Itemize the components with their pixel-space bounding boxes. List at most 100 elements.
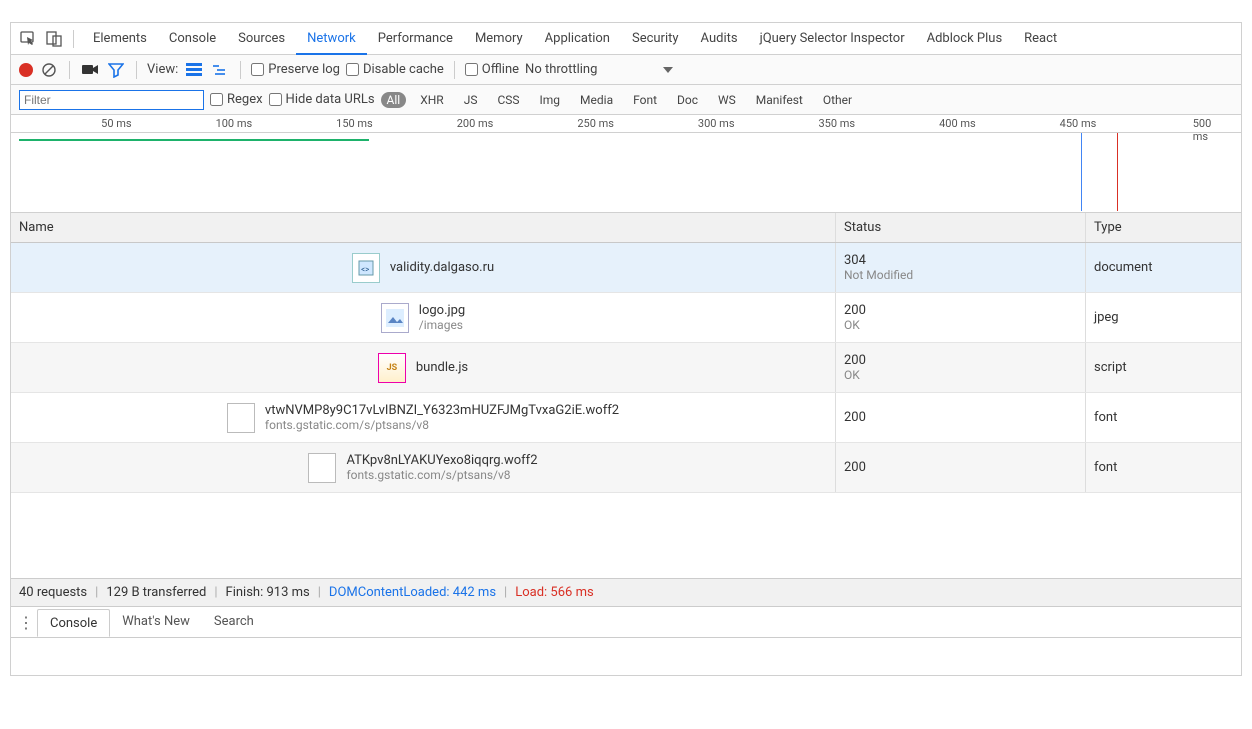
table-header-row: Name Status Type xyxy=(11,213,1241,243)
tab-application[interactable]: Application xyxy=(534,23,621,55)
throttling-select[interactable]: No throttling xyxy=(525,62,597,77)
type-filter-js[interactable]: JS xyxy=(458,92,484,108)
header-status[interactable]: Status xyxy=(836,213,1086,242)
clear-icon[interactable] xyxy=(39,60,59,80)
header-name[interactable]: Name xyxy=(11,213,836,242)
status-code: 200 xyxy=(844,353,1077,369)
request-type: document xyxy=(1086,243,1241,292)
request-name: bundle.js xyxy=(416,360,468,376)
type-filter-font[interactable]: Font xyxy=(627,92,663,108)
type-filter-css[interactable]: CSS xyxy=(491,92,525,108)
request-type: script xyxy=(1086,343,1241,392)
file-type-icon xyxy=(381,303,409,333)
timeline-tick: 300 ms xyxy=(698,117,735,130)
tab-security[interactable]: Security xyxy=(621,23,690,55)
camera-icon[interactable] xyxy=(80,60,100,80)
type-filter-ws[interactable]: WS xyxy=(712,92,742,108)
tab-console[interactable]: Console xyxy=(158,23,227,55)
inspect-element-icon[interactable] xyxy=(17,28,39,50)
table-row[interactable]: logo.jpg/images200OKjpeg xyxy=(11,293,1241,343)
status-text: Not Modified xyxy=(844,268,1077,282)
drawer-body xyxy=(11,637,1241,675)
device-toolbar-icon[interactable] xyxy=(43,28,65,50)
tab-sources[interactable]: Sources xyxy=(227,23,296,55)
preserve-log-checkbox[interactable]: Preserve log xyxy=(251,62,340,77)
dcl-marker xyxy=(1081,133,1082,211)
status-bar: 40 requests | 129 B transferred | Finish… xyxy=(11,578,1241,606)
status-finish: Finish: 913 ms xyxy=(226,585,310,600)
timeline-tick: 100 ms xyxy=(216,117,253,130)
disable-cache-checkbox[interactable]: Disable cache xyxy=(346,62,444,77)
separator xyxy=(240,61,241,79)
tab-network[interactable]: Network xyxy=(296,23,367,55)
timeline-tick: 250 ms xyxy=(577,117,614,130)
offline-checkbox[interactable]: Offline xyxy=(465,62,519,77)
filter-icon[interactable] xyxy=(106,60,126,80)
timeline-bars xyxy=(11,133,1241,211)
network-toolbar-2: Regex Hide data URLs All XHR JS CSS Img Media… xyxy=(11,85,1241,115)
tab-memory[interactable]: Memory xyxy=(464,23,534,55)
large-rows-icon[interactable] xyxy=(184,60,204,80)
timeline-ruler: 50 ms 100 ms 150 ms 200 ms 250 ms 300 ms 350 m… xyxy=(11,115,1241,133)
type-filter-all[interactable]: All xyxy=(381,92,407,108)
hide-data-urls-checkbox[interactable]: Hide data URLs xyxy=(269,92,375,107)
drawer-tab-console[interactable]: Console xyxy=(37,609,110,637)
regex-checkbox[interactable]: Regex xyxy=(210,92,263,107)
drawer-tab-search[interactable]: Search xyxy=(202,608,266,636)
header-type[interactable]: Type xyxy=(1086,213,1241,242)
table-row[interactable]: ATKpv8nLYAKUYexo8iqqrg.woff2fonts.gstati… xyxy=(11,443,1241,493)
separator xyxy=(454,61,455,79)
type-filter-xhr[interactable]: XHR xyxy=(414,92,449,108)
timeline-tick: 200 ms xyxy=(457,117,494,130)
request-type: jpeg xyxy=(1086,293,1241,342)
table-row[interactable]: <> validity.dalgaso.ru 304Not Modified docu… xyxy=(11,243,1241,293)
record-button[interactable] xyxy=(19,63,33,77)
svg-text:<>: <> xyxy=(361,265,369,274)
timeline-tick: 400 ms xyxy=(939,117,976,130)
request-path: fonts.gstatic.com/s/ptsans/v8 xyxy=(265,418,619,432)
drawer-tabs: ⋮ ConsoleWhat's NewSearch xyxy=(11,607,1241,637)
status-requests: 40 requests xyxy=(19,585,87,600)
timeline-overview[interactable]: 50 ms 100 ms 150 ms 200 ms 250 ms 300 ms 350 m… xyxy=(11,115,1241,213)
request-name: logo.jpg xyxy=(419,303,465,319)
timeline-tick: 150 ms xyxy=(336,117,373,130)
view-label: View: xyxy=(147,62,178,77)
type-filter-other[interactable]: Other xyxy=(817,92,858,108)
tab-adblock-plus[interactable]: Adblock Plus xyxy=(916,23,1014,55)
table-row[interactable]: vtwNVMP8y9C17vLvIBNZI_Y6323mHUZFJMgTvxaG… xyxy=(11,393,1241,443)
status-code: 200 xyxy=(844,303,1077,319)
file-type-icon: JS xyxy=(378,353,406,383)
waterfall-view-icon[interactable] xyxy=(210,60,230,80)
type-filter-doc[interactable]: Doc xyxy=(671,92,704,108)
tab-react[interactable]: React xyxy=(1013,23,1068,55)
tab-elements[interactable]: Elements xyxy=(82,23,158,55)
file-type-icon xyxy=(308,453,336,483)
tab-jquery-selector-inspector[interactable]: jQuery Selector Inspector xyxy=(749,23,916,55)
tab-audits[interactable]: Audits xyxy=(690,23,749,55)
drawer-menu-icon[interactable]: ⋮ xyxy=(17,613,35,632)
top-tabs: ElementsConsoleSourcesNetworkPerformance… xyxy=(11,23,1241,55)
timeline-tick: 50 ms xyxy=(101,117,131,130)
separator xyxy=(73,30,74,48)
filter-input[interactable] xyxy=(19,90,204,110)
status-code: 200 xyxy=(844,410,1077,426)
type-filter-manifest[interactable]: Manifest xyxy=(750,92,809,108)
type-filter-media[interactable]: Media xyxy=(574,92,619,108)
type-filter-img[interactable]: Img xyxy=(534,92,567,108)
table-row[interactable]: JSbundle.js200OKscript xyxy=(11,343,1241,393)
network-toolbar-1: View: Preserve log Disable cache Offline… xyxy=(11,55,1241,85)
file-type-icon xyxy=(227,403,255,433)
drawer-tab-what-s-new[interactable]: What's New xyxy=(110,608,202,636)
tab-performance[interactable]: Performance xyxy=(367,23,464,55)
request-name: vtwNVMP8y9C17vLvIBNZI_Y6323mHUZFJMgTvxaG… xyxy=(265,403,619,419)
timeline-tick: 350 ms xyxy=(819,117,856,130)
request-path: fonts.gstatic.com/s/ptsans/v8 xyxy=(346,468,537,482)
throttling-dropdown-icon[interactable] xyxy=(663,67,673,73)
devtools-window: ElementsConsoleSourcesNetworkPerformance… xyxy=(10,22,1242,676)
request-type: font xyxy=(1086,443,1241,492)
request-name: validity.dalgaso.ru xyxy=(390,260,494,276)
status-code: 304 xyxy=(844,253,1077,269)
file-type-icon: <> xyxy=(352,253,380,283)
timeline-tick: 450 ms xyxy=(1060,117,1097,130)
load-marker xyxy=(1117,133,1118,211)
